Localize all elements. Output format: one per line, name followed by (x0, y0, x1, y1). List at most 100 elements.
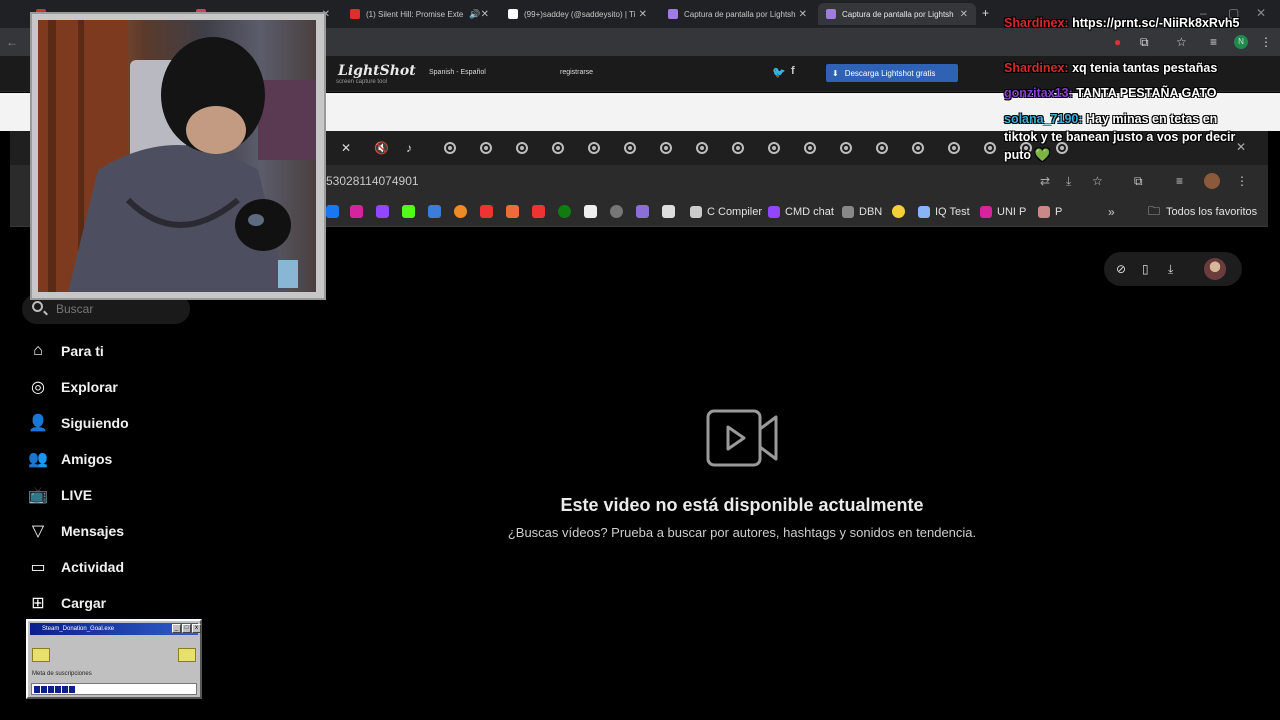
twitter-icon[interactable]: 🐦 (772, 66, 786, 79)
chrome-tab-icon (732, 142, 744, 154)
donation-goal-widget: Steam_Donation_Goal.exe _ □ x Meta de su… (26, 619, 202, 699)
chrome-tab-icon (876, 142, 888, 154)
chrome-tab-icon (768, 142, 780, 154)
subscription-progress-bar (31, 683, 197, 695)
muted-tab-icon: 🔇 (374, 141, 389, 155)
tiktok-tab-icon: ♪ (406, 141, 412, 155)
widget-titlebar: Steam_Donation_Goal.exe _ □ x (30, 623, 201, 635)
nav-item-cargar: ⊞ Cargar (28, 591, 106, 615)
lightshot-icon (826, 9, 836, 19)
upload-icon: ⊞ (31, 595, 45, 612)
webcam-video (38, 20, 316, 292)
close-tab-icon[interactable]: ✕ (639, 9, 647, 20)
outer-tab[interactable]: (1) Silent Hill: Promise Exte 🔊 ✕ (342, 3, 497, 25)
folder-icon (32, 648, 50, 662)
facebook-icon[interactable]: f (791, 65, 795, 77)
bookmark-icon (768, 206, 780, 218)
close-tab-icon[interactable]: ✕ (960, 9, 968, 20)
home-icon: ⌂ (33, 342, 43, 359)
lightshot-icon (668, 9, 678, 19)
youtube-bookmark-icon (532, 205, 545, 218)
unavailable-title: Este video no está disponible actualment… (560, 495, 924, 515)
chrome-tab-icon (840, 142, 852, 154)
unavailable-subtitle: ¿Buscas vídeos? Prueba a buscar por auto… (507, 525, 977, 540)
close-window-icon[interactable]: ✕ (1256, 6, 1266, 20)
chrome-tab-icon (480, 142, 492, 154)
twitch-bookmark-icon (376, 205, 389, 218)
chat-text: TANTA PESTAÑA GATO (1076, 86, 1217, 100)
chrome-tab-icon (444, 142, 456, 154)
chrome-tab-icon (624, 142, 636, 154)
activity-icon: ▭ (30, 559, 46, 576)
bookmark-star-icon: ☆ (1092, 174, 1103, 188)
bookmark-icon (1038, 206, 1050, 218)
download-lightshot-button[interactable]: ⬇ Descarga Lightshot gratis (826, 64, 958, 82)
widget-goal-label: Meta de suscripciones (32, 671, 92, 677)
chrome-tab-icon (516, 142, 528, 154)
friends-icon: 👥 (28, 451, 48, 468)
compass-icon: ◎ (31, 379, 45, 396)
following-icon: 👤 (28, 415, 48, 432)
install-icon: ⤓ (1066, 174, 1072, 188)
instagram-bookmark-icon (980, 206, 992, 218)
search-icon (32, 301, 43, 312)
download-icon: ⤓ (1168, 262, 1174, 276)
search-placeholder: Buscar (56, 302, 94, 316)
bookmark-item: CMD chat (768, 204, 834, 220)
chat-username: Shardinex: (1004, 16, 1069, 30)
chrome-tab-icon (660, 142, 672, 154)
globe-bookmark-icon (610, 205, 623, 218)
chat-message: Shardinex: xq tenia tantas pestañas (1004, 59, 1242, 77)
more-bookmarks-icon: » (1108, 205, 1115, 219)
chrome-tab-icon (912, 142, 924, 154)
maximize-icon: □ (182, 624, 191, 633)
nav-item-mensajes: ▽ Mensajes (28, 519, 124, 543)
folder-icon: 🗀 (1148, 203, 1161, 218)
url-text: 53028114074901 (326, 174, 419, 188)
outer-tab[interactable]: (99+)saddey (@saddeysito) | Ti ✕ (500, 3, 655, 25)
outer-tab-active[interactable]: Captura de pantalla por Lightsh ✕ (818, 3, 976, 25)
messages-icon: ▽ (31, 523, 45, 540)
progress-segment (55, 686, 61, 693)
bookmark-item: DBN (842, 204, 882, 220)
live-icon: 📺 (28, 487, 48, 504)
close-tab-icon[interactable]: ✕ (481, 9, 489, 20)
audio-icon[interactable]: 🔊 (469, 9, 480, 20)
chat-message: Shardinex: https://prnt.sc/-NiiRk8xRvh5 (1004, 14, 1242, 32)
chrome-tab-icon (804, 142, 816, 154)
instagram-bookmark-icon (350, 205, 363, 218)
minimize-icon: _ (172, 624, 181, 633)
webcam-person-image (38, 20, 316, 292)
outer-tab[interactable]: Captura de pantalla por Lightsh ✕ (660, 3, 815, 25)
lightshot-logo[interactable]: LightShot (338, 63, 416, 79)
kick-bookmark-icon (402, 205, 415, 218)
close-tab-icon[interactable]: ✕ (799, 9, 807, 20)
new-tab-button[interactable]: + (982, 6, 989, 20)
extensions-icon: ⧉ (1134, 174, 1143, 188)
language-select[interactable]: Spanish - Español (429, 69, 486, 76)
folder-icon (178, 648, 196, 662)
close-icon: x (192, 624, 201, 633)
register-link[interactable]: registrarse (560, 69, 593, 76)
bookmark-item: UNI P (980, 204, 1026, 220)
facebook-bookmark-icon (326, 205, 339, 218)
menu-icon[interactable]: ⋮ (1260, 35, 1272, 49)
soundcloud-bookmark-icon (506, 205, 519, 218)
bookmark-icon (662, 205, 675, 218)
youtube-bookmark-icon (480, 205, 493, 218)
youtube-icon (350, 9, 360, 19)
progress-segment (62, 686, 68, 693)
bookmark-item: IQ Test (918, 204, 970, 220)
crunchyroll-bookmark-icon (454, 205, 467, 218)
nav-item-live: 📺 LIVE (28, 487, 93, 504)
back-icon[interactable]: ← (6, 35, 18, 49)
video-camera-icon (706, 409, 778, 467)
phone-icon: ▯ (1142, 262, 1149, 276)
bookmark-item: C Compiler (690, 204, 762, 220)
chat-message: solana_7190: Hay minas en tetas en tikto… (1004, 110, 1242, 164)
bookmark-icon (428, 205, 441, 218)
chrome-tab-icon (552, 142, 564, 154)
nav-item-actividad: ▭ Actividad (28, 555, 124, 579)
progress-segment (41, 686, 47, 693)
close-tab-icon: ✕ (341, 141, 352, 155)
